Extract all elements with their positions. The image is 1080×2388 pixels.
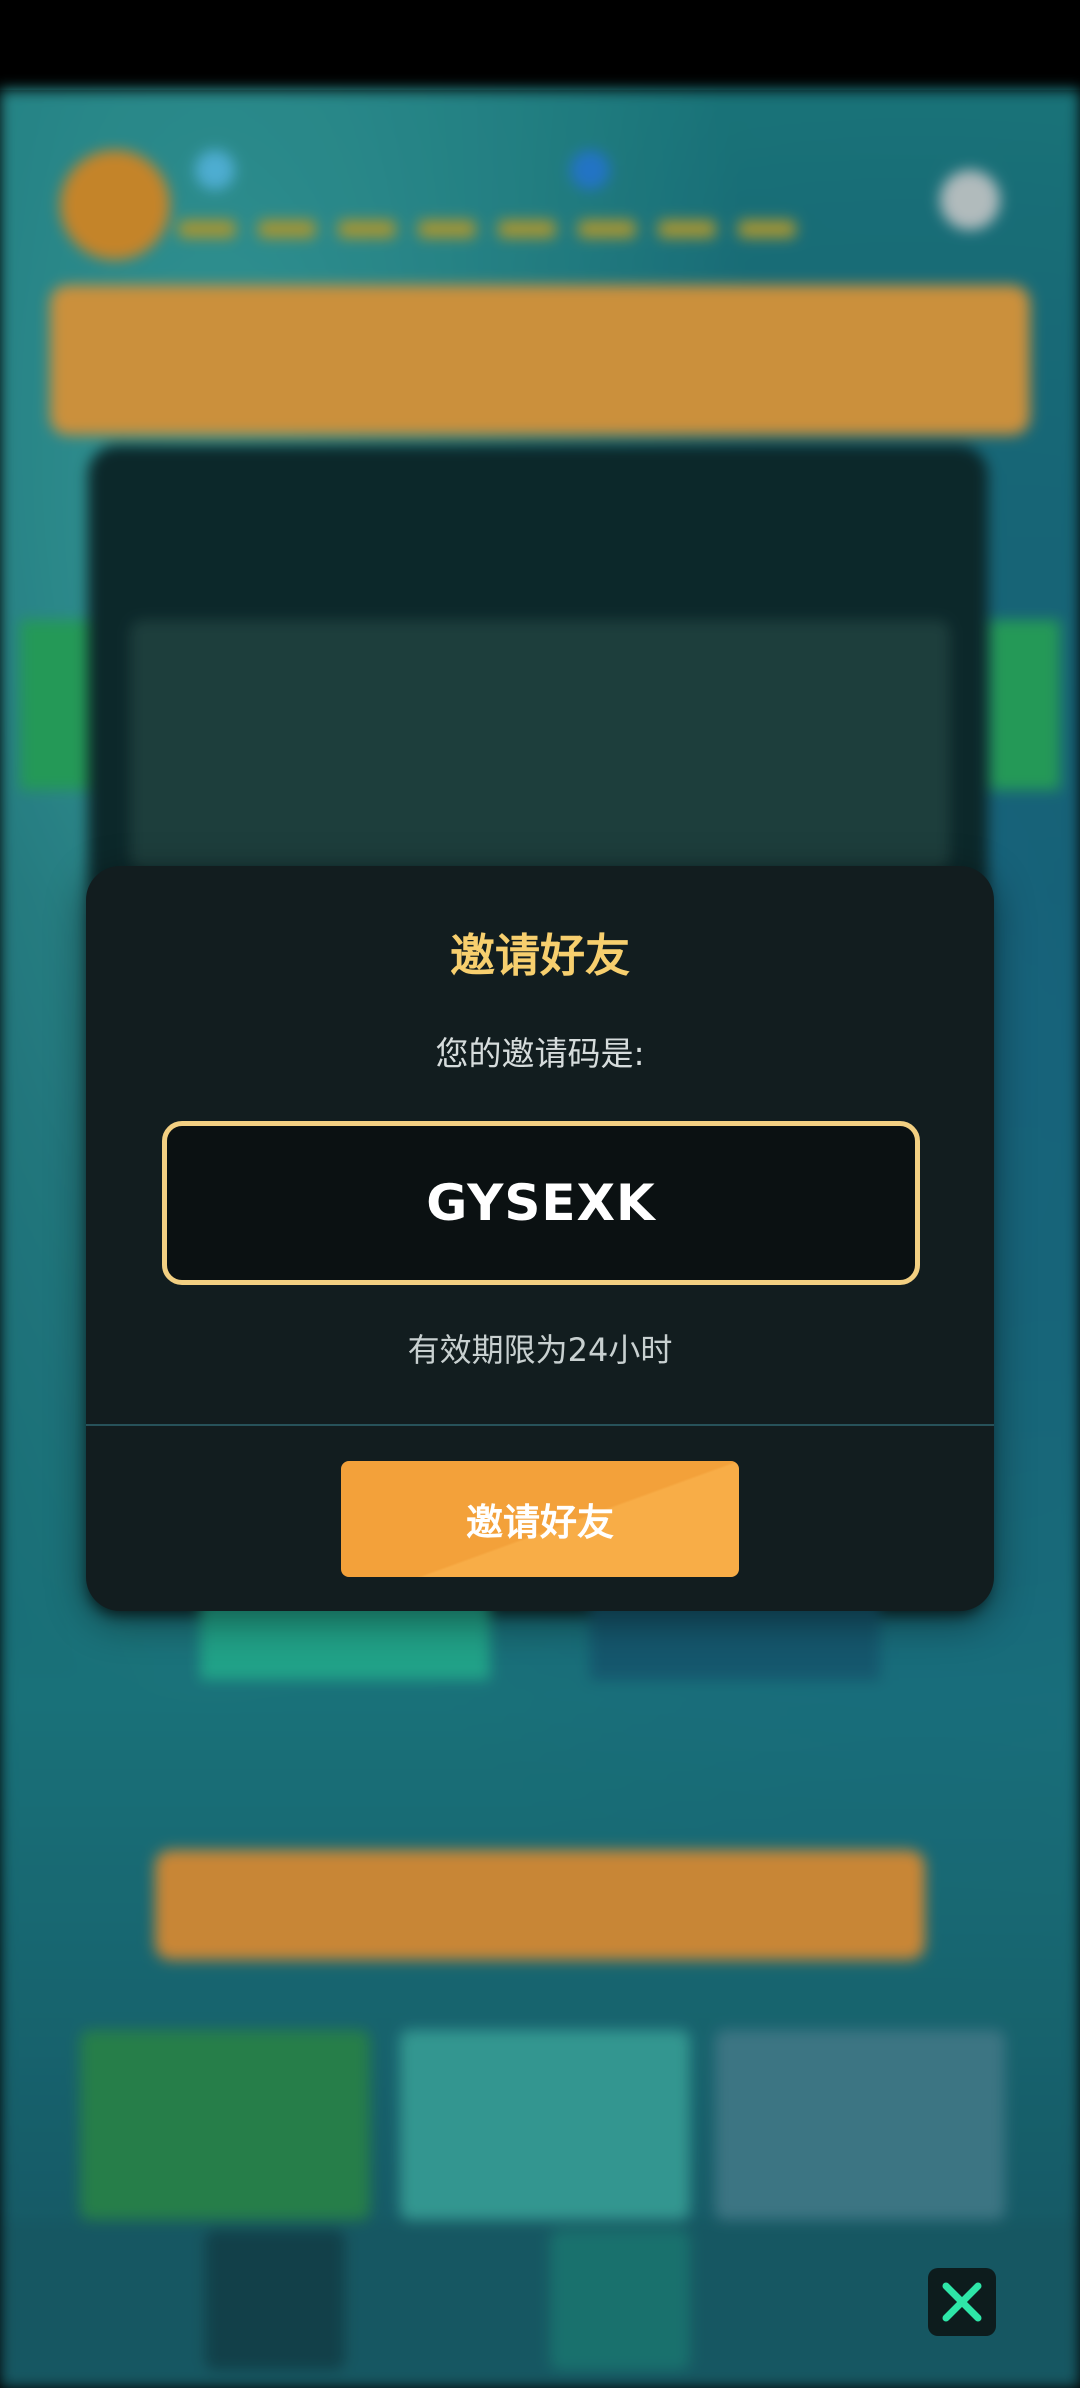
close-button[interactable]: [928, 2268, 996, 2336]
invite-friends-button[interactable]: 邀请好友: [341, 1461, 739, 1577]
invite-dialog: 邀请好友 您的邀请码是: GYSEXK 有效期限为24小时 邀请好友: [86, 866, 994, 1611]
dialog-title: 邀请好友: [449, 929, 630, 982]
invite-code-box[interactable]: GYSEXK: [162, 1121, 920, 1285]
close-icon: [942, 2282, 982, 2322]
validity-note: 有效期限为24小时: [407, 1331, 673, 1369]
invite-code: GYSEXK: [426, 1174, 656, 1232]
divider: [86, 1424, 994, 1426]
status-bar: [0, 0, 1080, 90]
invite-friends-button-label: 邀请好友: [466, 1501, 614, 1544]
invite-code-label: 您的邀请码是:: [435, 1034, 645, 1073]
